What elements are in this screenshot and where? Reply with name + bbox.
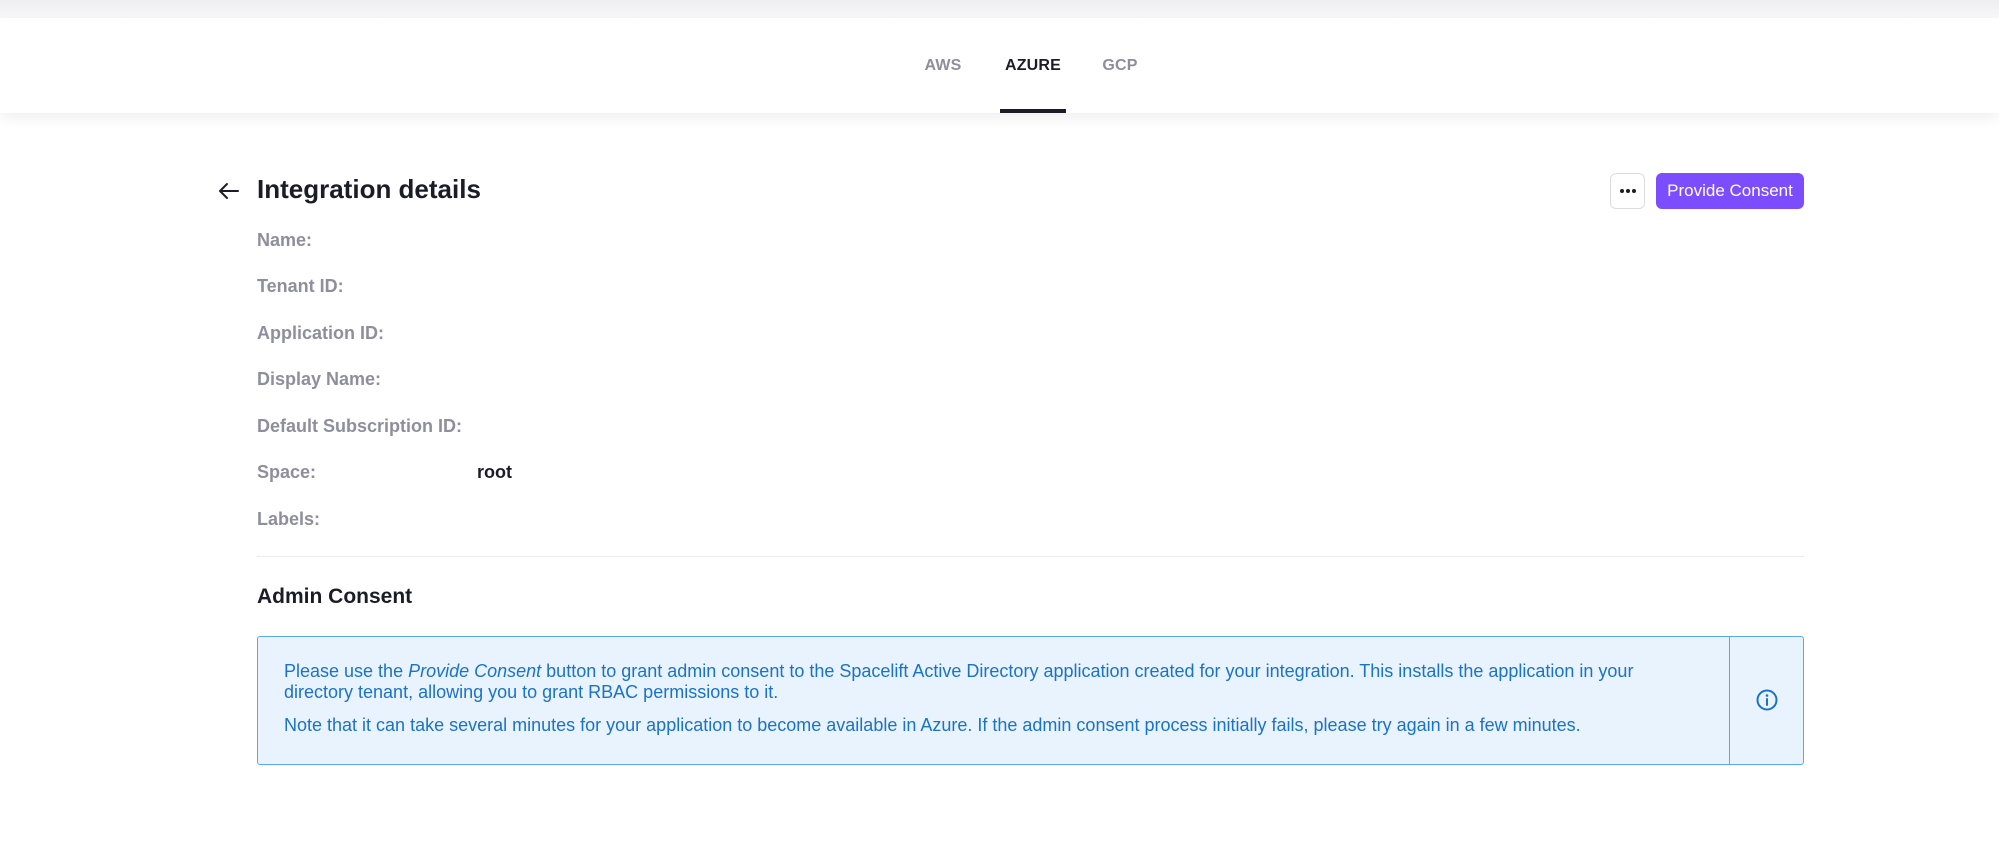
active-tab-indicator [1000,109,1066,113]
more-horizontal-icon [1619,189,1636,193]
name-label: Name: [257,229,313,250]
default-subscription-id-label: Default Subscription ID: [257,415,463,436]
detail-row-space: Space: root [257,460,512,484]
tab-gcp[interactable]: GCP [1092,18,1148,113]
arrow-left-icon [219,183,239,199]
provider-tabs: AWS AZURE GCP [0,18,1999,113]
window-top-strip [0,0,1999,18]
application-id-label: Application ID: [257,322,384,343]
page-title: Integration details [257,174,481,204]
admin-consent-info-box: Please use the Provide Consent button to… [257,636,1804,765]
tab-azure[interactable]: AZURE [1000,18,1066,113]
space-label: Space: [257,461,317,482]
back-button[interactable] [216,178,242,204]
tenant-id-label: Tenant ID: [257,275,344,296]
info-box-separator [1729,637,1730,764]
provide-consent-button[interactable]: Provide Consent [1656,173,1804,209]
info-paragraph-consent: Please use the Provide Consent button to… [284,661,1634,702]
detail-row-labels: Labels: [257,507,477,531]
space-value: root [477,461,512,482]
labels-label: Labels: [257,508,321,529]
detail-row-tenant-id: Tenant ID: [257,274,477,298]
more-options-button[interactable] [1610,173,1645,209]
display-name-label: Display Name: [257,368,382,389]
detail-row-default-subscription-id: Default Subscription ID: [257,414,477,438]
section-divider [257,556,1804,557]
info-paragraph-delay: Note that it can take several minutes fo… [284,715,1581,735]
detail-row-name: Name: [257,228,477,252]
info-icon [1756,689,1778,711]
detail-row-application-id: Application ID: [257,321,477,345]
detail-row-display-name: Display Name: [257,367,477,391]
provide-consent-reference: Provide Consent [408,661,542,681]
admin-consent-title: Admin Consent [257,585,413,608]
info-message: Please use the Provide Consent button to… [284,661,1704,736]
tab-aws[interactable]: AWS [912,18,974,113]
